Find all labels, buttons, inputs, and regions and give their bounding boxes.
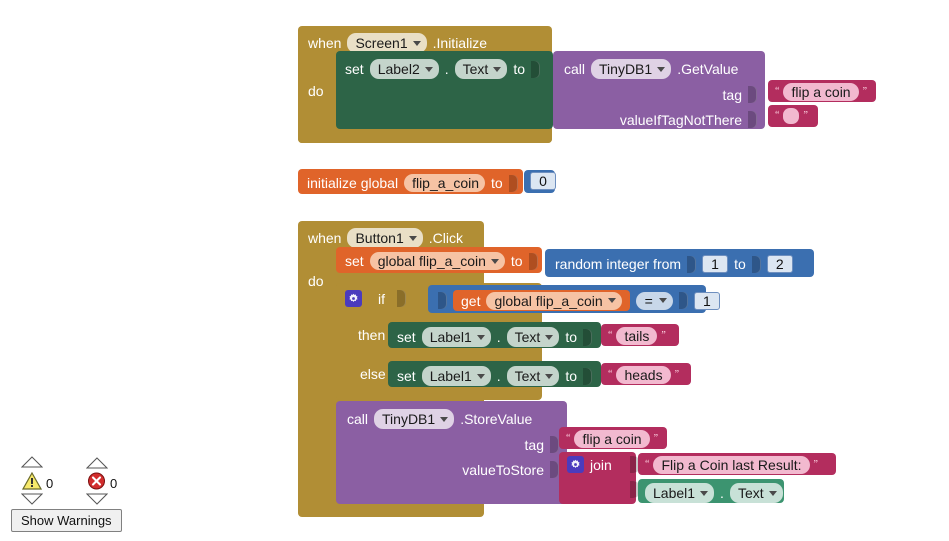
error-count: 0 [110,476,118,491]
show-warnings-button[interactable]: Show Warnings [11,509,122,532]
warning-scroll-up-button[interactable] [21,456,43,468]
warning-scroll-down-button[interactable] [20,492,44,510]
error-scroll-down-button[interactable] [85,492,109,510]
warning-count: 0 [46,476,54,491]
blocks-status-bar: 0 0 Show Warnings [0,0,949,541]
